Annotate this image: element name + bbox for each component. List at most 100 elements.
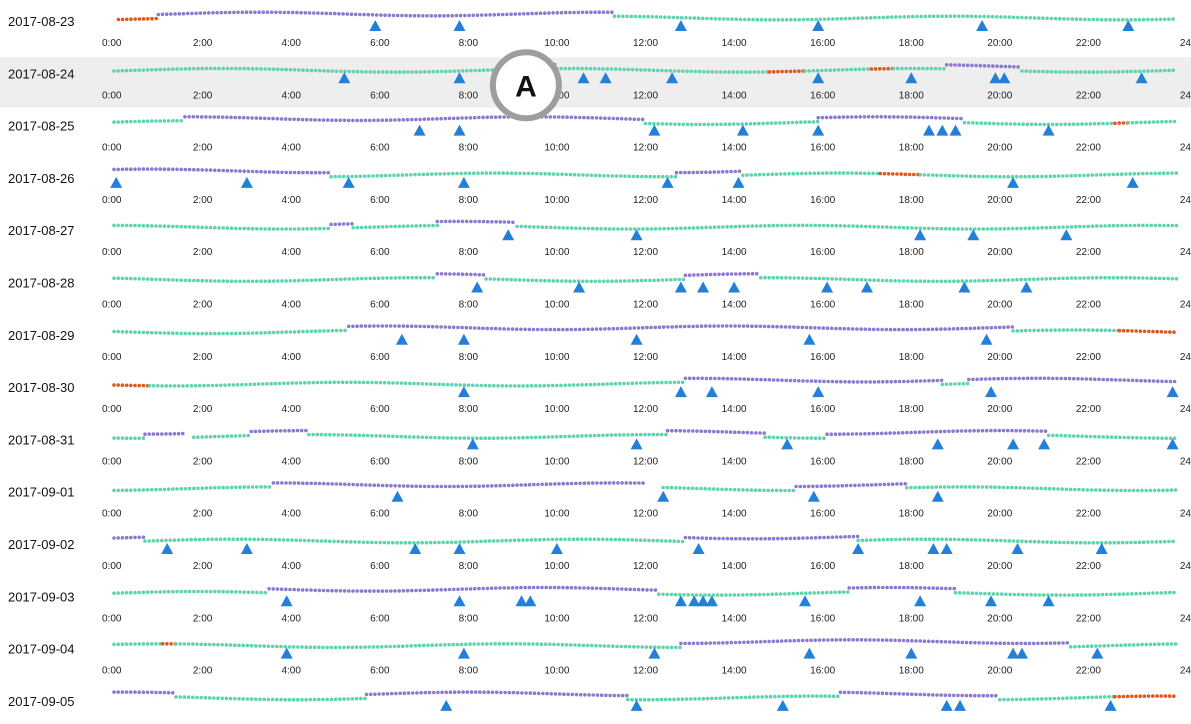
track-dot-teal — [1127, 643, 1132, 647]
track-dot-teal — [1024, 539, 1028, 544]
track-dot-purple — [632, 481, 637, 485]
track-dot-teal — [661, 485, 665, 490]
track-dot-teal — [1066, 540, 1070, 545]
track-dot-teal — [341, 174, 346, 179]
track-dot-purple — [351, 324, 355, 329]
track-dot-teal — [659, 697, 664, 702]
track-dot-teal — [784, 18, 789, 22]
track-dot-purple — [563, 10, 568, 15]
track-dot-teal — [794, 694, 798, 698]
track-dot-teal — [771, 275, 776, 280]
x-tick-label: 8:00 — [459, 561, 479, 572]
track-dot-orange — [776, 69, 780, 74]
track-dot-purple — [713, 376, 717, 381]
track-dot-teal — [354, 174, 359, 179]
track-dot-teal — [1040, 697, 1044, 701]
track-dot-teal — [422, 643, 426, 648]
track-dot-teal — [893, 279, 897, 283]
track-dot-teal — [1077, 173, 1082, 178]
track-dot-purple — [720, 170, 725, 174]
track-dot-teal — [605, 67, 610, 71]
track-dot-teal — [837, 171, 842, 175]
track-dot-teal — [647, 432, 651, 437]
track-dot-teal — [805, 223, 809, 228]
track-dot-purple — [401, 589, 406, 593]
track-dot-purple — [836, 484, 840, 488]
track-dot-teal — [322, 69, 326, 73]
track-dot-purple — [190, 11, 194, 16]
track-dot-teal — [1104, 541, 1108, 545]
track-dot-teal — [1145, 223, 1149, 228]
track-dot-teal — [193, 383, 198, 388]
track-dot-teal — [510, 642, 514, 646]
track-dot-orange — [150, 16, 154, 21]
track-dot-purple — [166, 690, 171, 695]
track-dot-purple — [608, 693, 612, 698]
track-dot-purple — [598, 116, 603, 120]
track-dot-teal — [739, 70, 744, 74]
track-dot-purple — [244, 10, 249, 14]
track-dot-teal — [375, 645, 380, 649]
track-dot-purple — [624, 481, 629, 485]
track-dot-purple — [641, 587, 645, 592]
track-dot-teal — [755, 17, 760, 22]
track-dot-teal — [668, 697, 672, 702]
track-dot-teal — [298, 381, 303, 385]
x-tick-label: 12:00 — [633, 666, 658, 677]
track-dot-purple — [309, 481, 314, 486]
track-dot-orange — [1155, 329, 1159, 334]
track-dot-teal — [145, 119, 150, 123]
track-dot-teal — [968, 485, 972, 489]
track-dot-teal — [263, 590, 268, 595]
track-dot-purple — [460, 325, 464, 330]
track-dot-purple — [975, 377, 979, 382]
track-dot-orange — [169, 642, 173, 646]
track-dot-teal — [867, 171, 871, 176]
track-dot-purple — [450, 13, 455, 18]
track-dot-teal — [1105, 435, 1110, 439]
track-dot-purple — [649, 325, 653, 330]
track-dot-teal — [1002, 697, 1006, 702]
track-dot-teal — [319, 539, 324, 543]
track-dot-teal — [1038, 122, 1042, 127]
track-dot-teal — [525, 538, 529, 542]
track-dot-teal — [1027, 277, 1032, 282]
track-dot-teal — [1163, 590, 1168, 595]
track-dot-teal — [742, 224, 746, 229]
track-dot-purple — [502, 586, 507, 590]
track-dot-teal — [360, 70, 364, 74]
track-dot-teal — [166, 331, 171, 335]
track-dot-teal — [154, 277, 158, 282]
row-date-label: 2017-09-01 — [8, 485, 75, 500]
track-dot-teal — [881, 15, 886, 20]
x-tick-label: 14:00 — [722, 247, 747, 258]
track-dot-teal — [1067, 122, 1072, 127]
x-tick-label: 20:00 — [987, 613, 1012, 624]
track-dot-purple — [819, 484, 824, 489]
x-tick-label: 12:00 — [633, 195, 658, 206]
track-dot-teal — [533, 538, 538, 542]
track-dot-teal — [1092, 122, 1097, 126]
track-dot-teal — [914, 226, 918, 230]
track-dot-teal — [1077, 487, 1081, 492]
track-dot-teal — [1004, 122, 1009, 126]
track-dot-teal — [969, 538, 974, 542]
track-dot-teal — [921, 66, 925, 71]
track-dot-purple — [427, 484, 431, 489]
event-triangle-marker — [980, 333, 993, 345]
x-tick-label: 4:00 — [281, 300, 301, 311]
track-dot-teal — [192, 225, 196, 229]
track-dot-purple — [809, 379, 814, 383]
track-dot-teal — [648, 645, 653, 649]
track-dot-teal — [889, 537, 894, 542]
track-dot-teal — [833, 171, 838, 175]
track-dot-teal — [221, 485, 225, 490]
track-dot-purple — [611, 481, 616, 485]
track-dot-purple — [307, 11, 312, 15]
track-dot-teal — [263, 279, 268, 284]
track-dot-purple — [611, 326, 616, 331]
track-dot-teal — [1099, 328, 1104, 333]
track-dot-teal — [1138, 591, 1143, 596]
track-dot-teal — [301, 227, 305, 231]
track-dot-teal — [145, 68, 150, 72]
